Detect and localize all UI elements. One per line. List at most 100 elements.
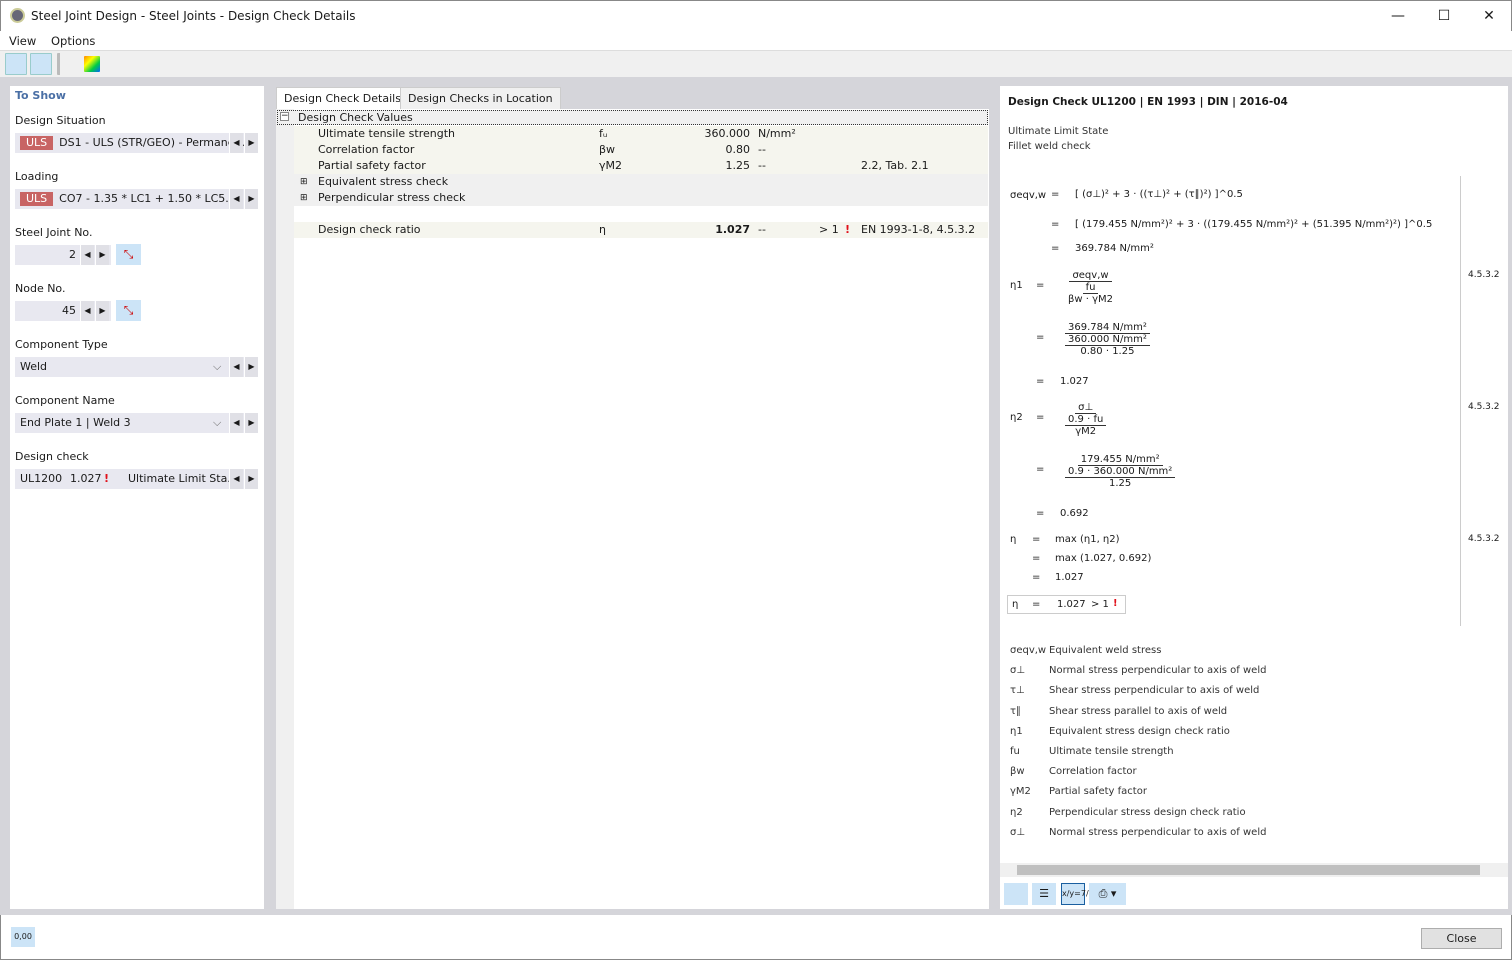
tab-design-check-details[interactable]: Design Check Details [276,87,409,109]
tab-design-checks-in-location[interactable]: Design Checks in Location [400,87,561,109]
prev-arrow-icon[interactable]: ◀ [229,357,243,377]
close-window-button[interactable]: ✕ [1474,5,1504,27]
subgroup-equivalent-stress[interactable]: ⊞ Equivalent stress check [294,174,988,190]
component-name-label: Component Name [15,394,115,407]
menu-view[interactable]: View [9,34,36,48]
table-row[interactable]: Correlation factor βw 0.80 -- [294,142,988,158]
prev-arrow-icon[interactable]: ◀ [229,469,243,489]
steel-joint-input[interactable]: 2 ◀ ▶ [15,245,111,265]
legend-symbol: η2 [1010,806,1023,818]
next-arrow-icon[interactable]: ▶ [95,245,109,265]
next-arrow-icon[interactable]: ▶ [244,133,258,153]
eta1-values: 369.784 N/mm² 360.000 N/mm² 0.80 · 1.25 [1062,322,1153,357]
legend-description: Perpendicular stress design check ratio [1049,806,1246,818]
expand-icon[interactable]: ⊞ [300,174,308,190]
prev-arrow-icon[interactable]: ◀ [80,301,94,321]
next-arrow-icon[interactable]: ▶ [244,413,258,433]
next-arrow-icon[interactable]: ▶ [95,301,109,321]
row-name: Correlation factor [318,143,415,156]
pick-node-icon[interactable]: ⤡ [116,300,141,321]
expand-icon[interactable]: ⊞ [300,190,308,206]
previous-view-icon[interactable] [5,53,27,75]
formula-icon[interactable]: x/y=7/4 [1061,883,1094,905]
reference: 4.5.3.2 [1468,402,1500,412]
node-input[interactable]: 45 ◀ ▶ [15,301,111,321]
prev-arrow-icon[interactable]: ◀ [229,413,243,433]
result-coloring-icon[interactable] [84,56,100,72]
app-icon [10,8,25,23]
eta1-result: 1.027 [1060,376,1089,387]
design-situation-value: DS1 - ULS (STR/GEO) - Permane... [59,136,245,149]
menu-options[interactable]: Options [51,34,95,48]
prev-arrow-icon[interactable]: ◀ [229,189,243,209]
list-icon[interactable]: ☰ [1032,883,1056,905]
next-view-icon[interactable] [30,53,52,75]
window-title: Steel Joint Design - Steel Joints - Desi… [31,9,356,23]
footer: 0,00 Close [0,915,1512,960]
loading-value: CO7 - 1.35 * LC1 + 1.50 * LC5... [59,192,236,205]
row-value: 360.000 [704,127,751,140]
minimize-button[interactable]: — [1383,5,1413,27]
print-icon[interactable]: ⎙ ▾ [1089,883,1126,905]
component-name-select[interactable]: End Plate 1 | Weld 3 ⌵ ◀ ▶ [15,413,258,433]
legend-description: Shear stress parallel to axis of weld [1049,705,1228,717]
denominator-top: 0.9 · fu [1065,414,1107,426]
eta-line: 1.027 [1055,572,1084,583]
loading-select[interactable]: ULS CO7 - 1.35 * LC1 + 1.50 * LC5... ◀ ▶ [15,189,258,209]
design-check-select[interactable]: UL1200 1.027 ! Ultimate Limit Sta... ◀ ▶ [15,469,258,489]
table-row-ratio[interactable]: Design check ratio η 1.027 -- > 1 ! EN 1… [294,222,988,238]
symbol-eta1: η1 [1010,280,1023,291]
next-arrow-icon[interactable]: ▶ [244,189,258,209]
denominator-top: 360.000 N/mm² [1065,334,1150,346]
eqv-formula-line: 369.784 N/mm² [1075,243,1154,254]
design-situation-select[interactable]: ULS DS1 - ULS (STR/GEO) - Permane... ◀ ▶ [15,133,258,153]
equals-sign: = [1036,508,1045,519]
component-type-label: Component Type [15,338,108,351]
toolbar [0,50,1512,77]
design-situation-label: Design Situation [15,114,106,127]
component-type-value: Weld [20,360,48,373]
denominator-bottom: 0.80 · 1.25 [1080,346,1135,357]
units-icon[interactable]: 0,00 [11,927,35,947]
row-name: Design check ratio [318,223,421,236]
component-type-select[interactable]: Weld ⌵ ◀ ▶ [15,357,258,377]
legend-symbol: σeqv,w [1010,645,1047,656]
next-arrow-icon[interactable]: ▶ [244,357,258,377]
subgroup-perpendicular-stress[interactable]: ⊞ Perpendicular stress check [294,190,988,206]
legend-description: Partial safety factor [1049,786,1147,798]
to-show-panel: To Show [10,86,264,909]
row-unit: N/mm² [758,127,796,140]
scrollbar-thumb[interactable] [1017,865,1480,875]
row-value: 0.80 [725,143,751,156]
numerator: σeqv,w [1069,270,1112,282]
export-image-icon[interactable] [1004,883,1028,905]
eqv-formula-line: [ (179.455 N/mm²)² + 3 · ((179.455 N/mm²… [1075,219,1433,230]
denominator-bottom: γM2 [1075,426,1097,437]
row-reference: 2.2, Tab. 2.1 [861,159,929,172]
horizontal-scrollbar[interactable] [1000,863,1508,877]
reference: 4.5.3.2 [1468,270,1500,280]
maximize-button[interactable]: ☐ [1429,5,1459,27]
prev-arrow-icon[interactable]: ◀ [80,245,94,265]
eta2-formula: σ⊥ 0.9 · fu γM2 [1062,402,1109,437]
steel-joint-label: Steel Joint No. [15,226,93,239]
row-value: 1.25 [725,159,751,172]
table-row[interactable]: Partial safety factor γM2 1.25 -- 2.2, Tab. … [294,158,988,174]
row-condition: > 1 [819,223,839,236]
node-value: 45 [62,304,76,317]
eqv-formula-line: [ (σ⊥)² + 3 · ((τ⊥)² + (τ∥)²) ]^0.5 [1075,189,1243,200]
equals-sign: = [1036,280,1045,291]
collapse-icon[interactable]: − [280,112,289,121]
prev-arrow-icon[interactable]: ◀ [229,133,243,153]
table-row[interactable]: Ultimate tensile strength fᵤ 360.000 N/mm² [294,126,988,142]
legend-symbol: σ⊥ [1010,665,1026,677]
reference: 4.5.3.2 [1468,534,1500,544]
row-symbol: γM2 [599,159,622,172]
pick-joint-icon[interactable]: ⤡ [116,244,141,265]
close-button[interactable]: Close [1421,928,1502,949]
eta1-formula: σeqv,w fu βw · γM2 [1062,270,1119,305]
equals-sign: = [1036,376,1045,387]
panel-header: To Show [15,89,66,102]
next-arrow-icon[interactable]: ▶ [244,469,258,489]
group-design-check-values[interactable]: − Design Check Values [277,110,988,125]
